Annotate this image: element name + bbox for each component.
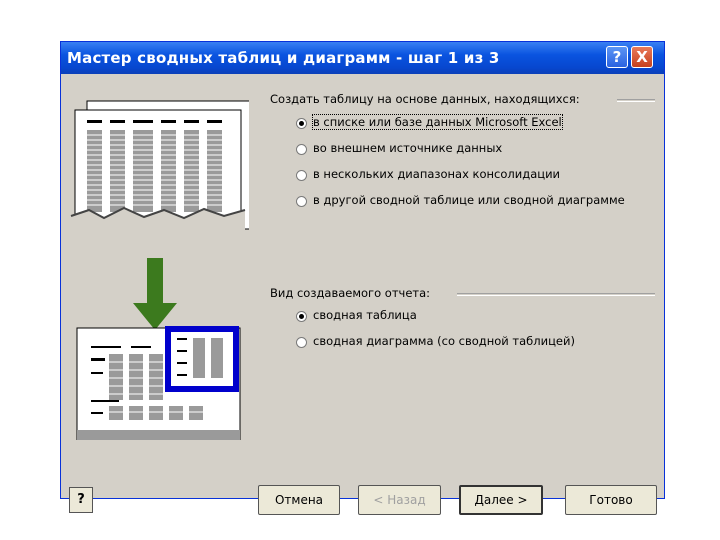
option-external-source-label[interactable]: во внешнем источнике данных xyxy=(313,141,502,155)
option-pivot-table-label[interactable]: сводная таблица xyxy=(313,308,417,322)
title-bar[interactable]: Мастер сводных таблиц и диаграмм - шаг 1… xyxy=(61,42,664,74)
option-excel-list-label[interactable]: в списке или базе данных Microsoft Excel xyxy=(312,114,563,130)
help-button[interactable]: ? xyxy=(69,487,93,513)
next-button[interactable]: Далее > xyxy=(459,485,543,515)
report-group-label: Вид создаваемого отчета: xyxy=(270,286,431,300)
report-group-line xyxy=(457,293,655,296)
source-group-label: Создать таблицу на основе данных, находя… xyxy=(270,92,580,106)
finish-button[interactable]: Готово xyxy=(565,485,657,515)
radio-consolidation-ranges[interactable] xyxy=(296,170,307,181)
window-title: Мастер сводных таблиц и диаграмм - шаг 1… xyxy=(67,49,500,67)
option-pivot-chart-label[interactable]: сводная диаграмма (со сводной таблицей) xyxy=(313,334,575,348)
option-consolidation-label[interactable]: в нескольких диапазонах консолидации xyxy=(313,167,560,181)
wizard-illustration xyxy=(70,100,249,440)
help-title-button[interactable]: ? xyxy=(606,46,628,68)
pivot-wizard-dialog: Мастер сводных таблиц и диаграмм - шаг 1… xyxy=(60,41,665,515)
radio-external-source[interactable] xyxy=(296,144,307,155)
radio-other-pivot[interactable] xyxy=(296,196,307,207)
dialog-body: Создать таблицу на основе данных, находя… xyxy=(61,74,664,515)
green-arrow-icon xyxy=(133,258,177,330)
radio-excel-list[interactable] xyxy=(296,118,307,129)
radio-pivot-table[interactable] xyxy=(296,311,307,322)
cancel-button[interactable]: Отмена xyxy=(258,485,340,515)
option-other-pivot-label[interactable]: в другой сводной таблице или сводной диа… xyxy=(313,193,625,207)
close-button[interactable]: X xyxy=(631,46,653,68)
source-group-line xyxy=(617,99,655,102)
radio-pivot-chart[interactable] xyxy=(296,337,307,348)
back-button[interactable]: < Назад xyxy=(358,485,441,515)
